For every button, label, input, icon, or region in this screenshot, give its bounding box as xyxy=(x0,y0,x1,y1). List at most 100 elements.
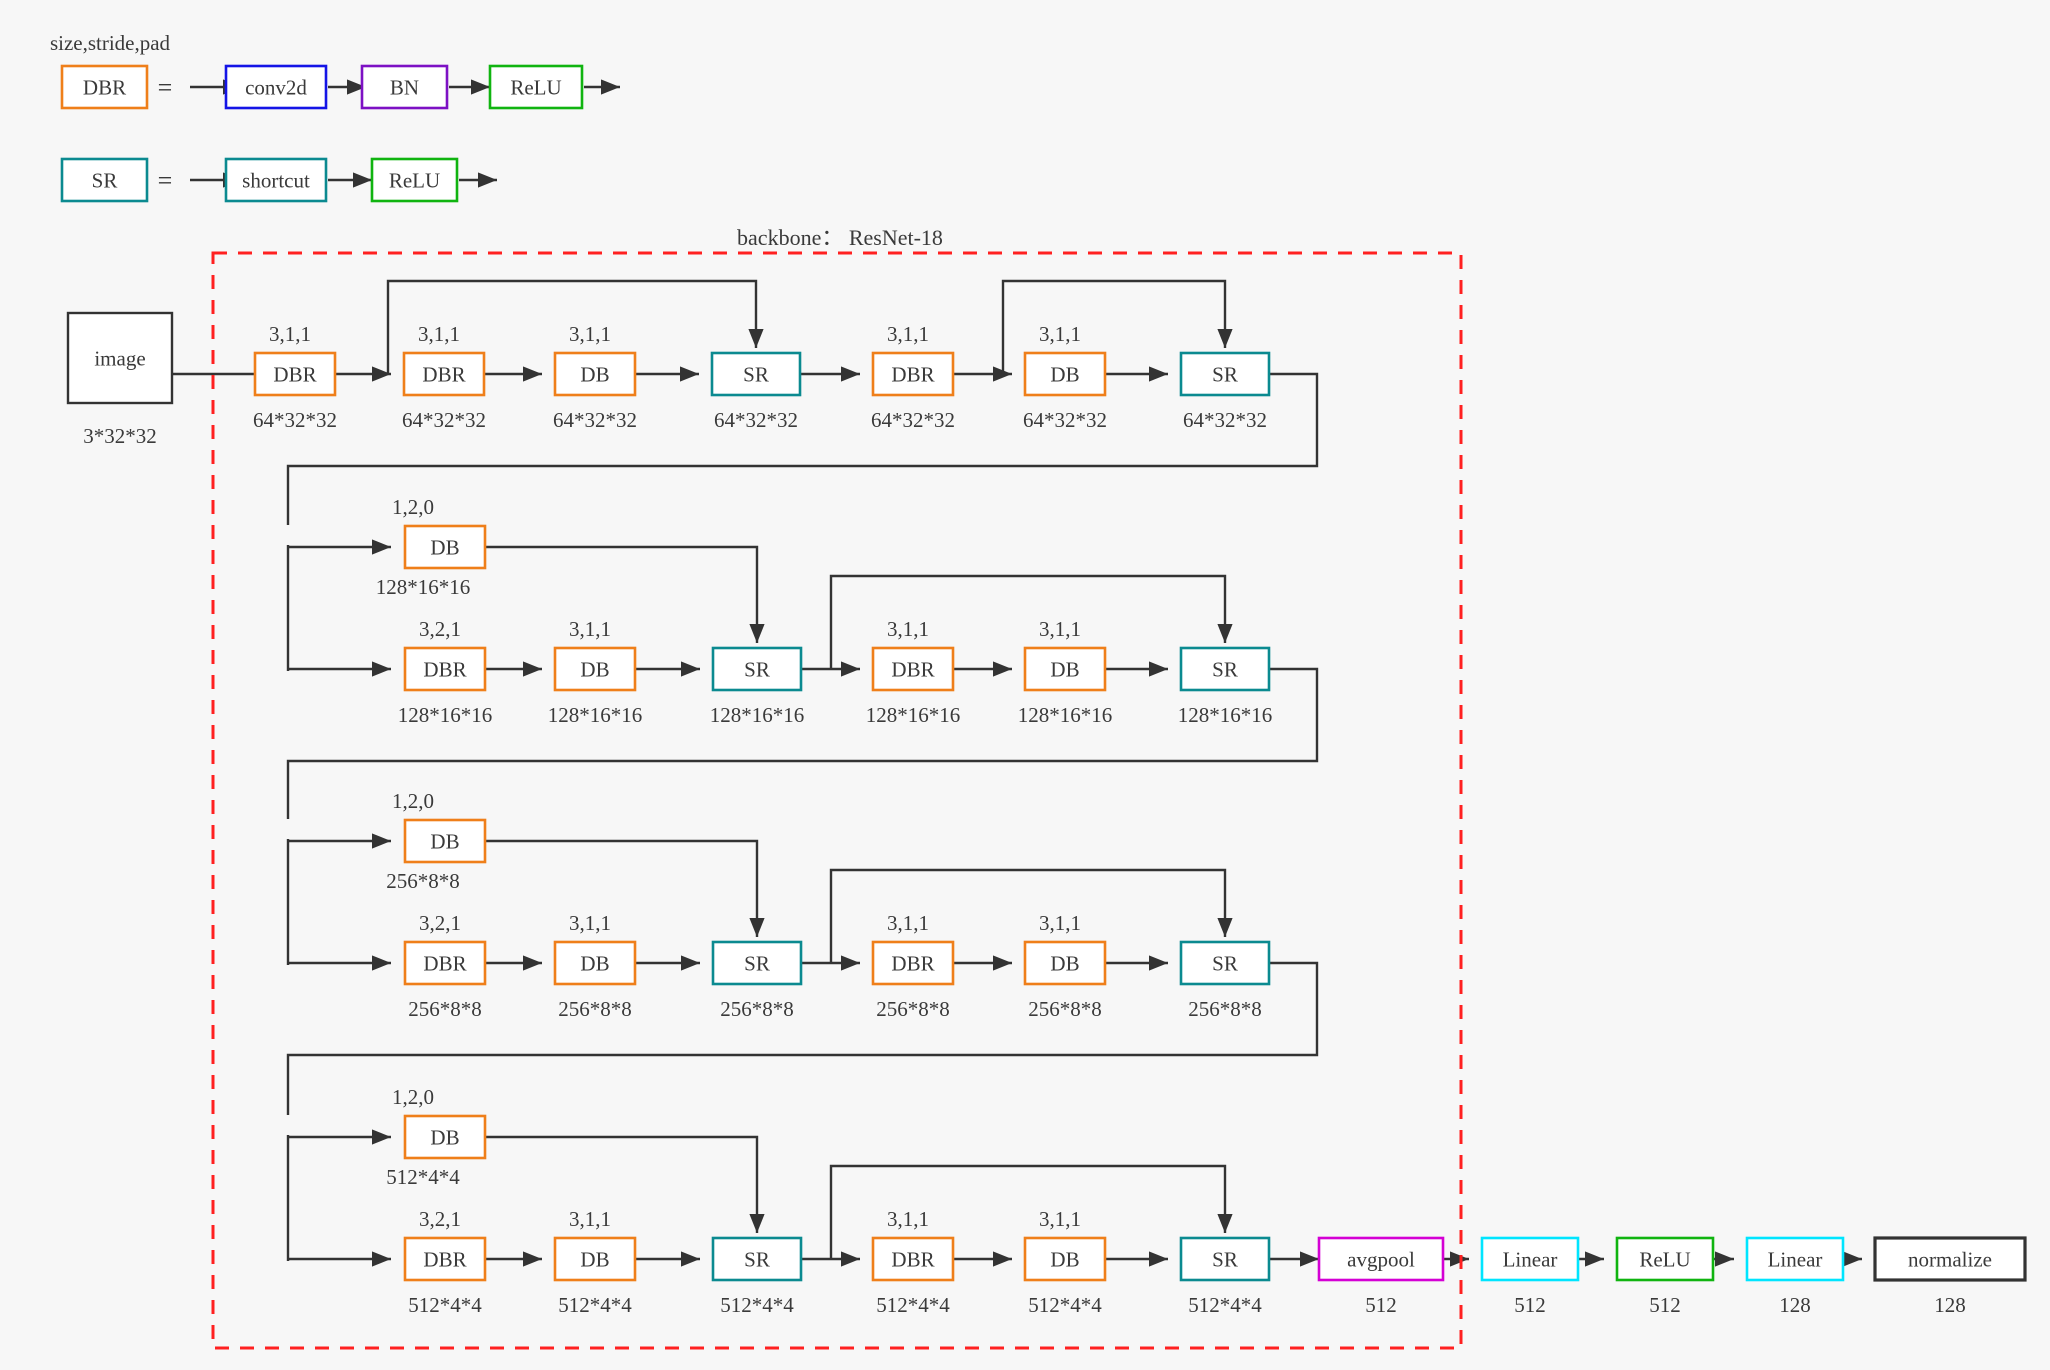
stage-128-params-0: 3,2,1 xyxy=(419,617,461,641)
stage-256-block-0[interactable]: DBR xyxy=(403,940,487,986)
input-image-box[interactable]: image xyxy=(66,311,174,405)
head-shape-2: 512 xyxy=(1649,1293,1681,1317)
stage-128-block-3[interactable]: DBR xyxy=(871,646,955,692)
stage-512-shape-2: 512*4*4 xyxy=(720,1293,794,1317)
stage-512-block-2-text: SR xyxy=(744,1248,770,1272)
stage-128-downsample-params: 1,2,0 xyxy=(392,495,434,519)
stage-512-shape-1: 512*4*4 xyxy=(558,1293,632,1317)
stage-128-block-1[interactable]: DB xyxy=(553,646,637,692)
stage-64-params-1: 3,1,1 xyxy=(418,322,460,346)
stage-64-block-2[interactable]: DB xyxy=(553,351,637,397)
stage-512-params-0: 3,2,1 xyxy=(419,1207,461,1231)
head-linear-3-text: Linear xyxy=(1768,1248,1823,1272)
head-avgpool-0[interactable]: avgpool xyxy=(1317,1236,1445,1282)
stage-128-downsample-shape: 128*16*16 xyxy=(376,575,471,599)
stage-64-block-0[interactable]: DBR xyxy=(253,351,337,397)
stage-256-downsample-params: 1,2,0 xyxy=(392,789,434,813)
stage-256-block-4-text: DB xyxy=(1050,952,1079,976)
legend-conv2d-box[interactable]: conv2d xyxy=(224,64,328,110)
legend-equals-1: = xyxy=(158,73,173,102)
stage-256-block-1-text: DB xyxy=(580,952,609,976)
head-avgpool-0-text: avgpool xyxy=(1347,1248,1415,1272)
stage-256-block-4[interactable]: DB xyxy=(1023,940,1107,986)
stage-512-block-5-text: SR xyxy=(1212,1248,1238,1272)
legend-shortcut-box[interactable]: shortcut xyxy=(224,157,328,203)
head-linear-3[interactable]: Linear xyxy=(1745,1236,1845,1282)
legend-bn-box-text: BN xyxy=(390,76,419,100)
stage-256-block-2[interactable]: SR xyxy=(711,940,803,986)
stage-512-params-3: 3,1,1 xyxy=(887,1207,929,1231)
edge xyxy=(286,961,1319,1115)
edge xyxy=(286,372,1319,525)
stage-256-block-5[interactable]: SR xyxy=(1179,940,1271,986)
stage-64-shape-0: 64*32*32 xyxy=(253,408,337,432)
stage-128-params-1: 3,1,1 xyxy=(569,617,611,641)
stage-256-shape-1: 256*8*8 xyxy=(558,997,632,1021)
stage-512-shape-4: 512*4*4 xyxy=(1028,1293,1102,1317)
stage-128-params-3: 3,1,1 xyxy=(887,617,929,641)
head-shape-0: 512 xyxy=(1365,1293,1397,1317)
stage-256-params-1: 3,1,1 xyxy=(569,911,611,935)
stage-64-shape-6: 64*32*32 xyxy=(1183,408,1267,432)
legend-shortcut-box-text: shortcut xyxy=(242,169,310,193)
stage-128-shape-2: 128*16*16 xyxy=(710,703,805,727)
legend-sr-key[interactable]: SR xyxy=(60,157,149,203)
stage-512-block-1[interactable]: DB xyxy=(553,1236,637,1282)
head-linear-1[interactable]: Linear xyxy=(1480,1236,1580,1282)
stage-64-block-5-text: DB xyxy=(1050,363,1079,387)
diagram-root: size,stride,pad DBR = conv2d BN ReLU SR = shortc… xyxy=(0,0,2050,1370)
stage-512-downsample-shape: 512*4*4 xyxy=(386,1165,460,1189)
stage-64-shape-2: 64*32*32 xyxy=(553,408,637,432)
stage-128-shape-4: 128*16*16 xyxy=(1018,703,1113,727)
stage-512-downsample-box-text: DB xyxy=(430,1126,459,1150)
stage-64-block-5[interactable]: DB xyxy=(1023,351,1107,397)
stage-512-block-0[interactable]: DBR xyxy=(403,1236,487,1282)
stage-64-params-2: 3,1,1 xyxy=(569,322,611,346)
edge xyxy=(485,1135,765,1233)
legend-sr-key-text: SR xyxy=(92,169,118,193)
stage-128-block-3-text: DBR xyxy=(891,658,934,682)
edge xyxy=(485,545,765,643)
stage-512-shape-5: 512*4*4 xyxy=(1188,1293,1262,1317)
legend-bn-box[interactable]: BN xyxy=(360,64,449,110)
legend-dbr-key[interactable]: DBR xyxy=(60,64,149,110)
stage-128-block-0[interactable]: DBR xyxy=(403,646,487,692)
stage-512-block-3[interactable]: DBR xyxy=(871,1236,955,1282)
stage-128-block-2[interactable]: SR xyxy=(711,646,803,692)
stage-64-block-1-text: DBR xyxy=(422,363,465,387)
stage-256-block-0-text: DBR xyxy=(423,952,466,976)
stage-256-downsample-box[interactable]: DB xyxy=(403,818,487,864)
architecture-diagram: size,stride,pad DBR = conv2d BN ReLU SR = shortc… xyxy=(50,31,2027,1350)
stage-512-block-5[interactable]: SR xyxy=(1179,1236,1271,1282)
stage-128-block-5-text: SR xyxy=(1212,658,1238,682)
stage-128-block-5[interactable]: SR xyxy=(1179,646,1271,692)
stage-64-shape-3: 64*32*32 xyxy=(714,408,798,432)
stage-512-block-1-text: DB xyxy=(580,1248,609,1272)
stage-512-block-4[interactable]: DB xyxy=(1023,1236,1107,1282)
stage-256-block-3-text: DBR xyxy=(891,952,934,976)
stage-256-downsample-box-text: DB xyxy=(430,830,459,854)
stage-256-block-3[interactable]: DBR xyxy=(871,940,955,986)
stage-128-params-4: 3,1,1 xyxy=(1039,617,1081,641)
node-boxes: size,stride,pad DBR = conv2d BN ReLU SR = shortc… xyxy=(50,31,2027,1350)
stage-256-shape-0: 256*8*8 xyxy=(408,997,482,1021)
stage-128-block-4[interactable]: DB xyxy=(1023,646,1107,692)
stage-128-downsample-box[interactable]: DB xyxy=(403,524,487,570)
stage-256-block-1[interactable]: DB xyxy=(553,940,637,986)
legend-relu2-box[interactable]: ReLU xyxy=(370,157,459,203)
head-relu-2[interactable]: ReLU xyxy=(1615,1236,1715,1282)
stage-64-params-4: 3,1,1 xyxy=(887,322,929,346)
head-shape-3: 128 xyxy=(1779,1293,1811,1317)
stage-512-downsample-box[interactable]: DB xyxy=(403,1114,487,1160)
legend-relu-box[interactable]: ReLU xyxy=(488,64,584,110)
stage-512-block-2[interactable]: SR xyxy=(711,1236,803,1282)
backbone-title: backbone： ResNet-18 xyxy=(737,225,943,250)
head-normalize-4[interactable]: normalize xyxy=(1873,1236,2027,1282)
stage-64-block-6[interactable]: SR xyxy=(1179,351,1271,397)
stage-128-shape-5: 128*16*16 xyxy=(1178,703,1273,727)
stage-64-block-4[interactable]: DBR xyxy=(871,351,955,397)
stage-64-block-1[interactable]: DBR xyxy=(402,351,486,397)
stage-64-block-3[interactable]: SR xyxy=(710,351,802,397)
stage-512-params-4: 3,1,1 xyxy=(1039,1207,1081,1231)
stage-512-block-4-text: DB xyxy=(1050,1248,1079,1272)
